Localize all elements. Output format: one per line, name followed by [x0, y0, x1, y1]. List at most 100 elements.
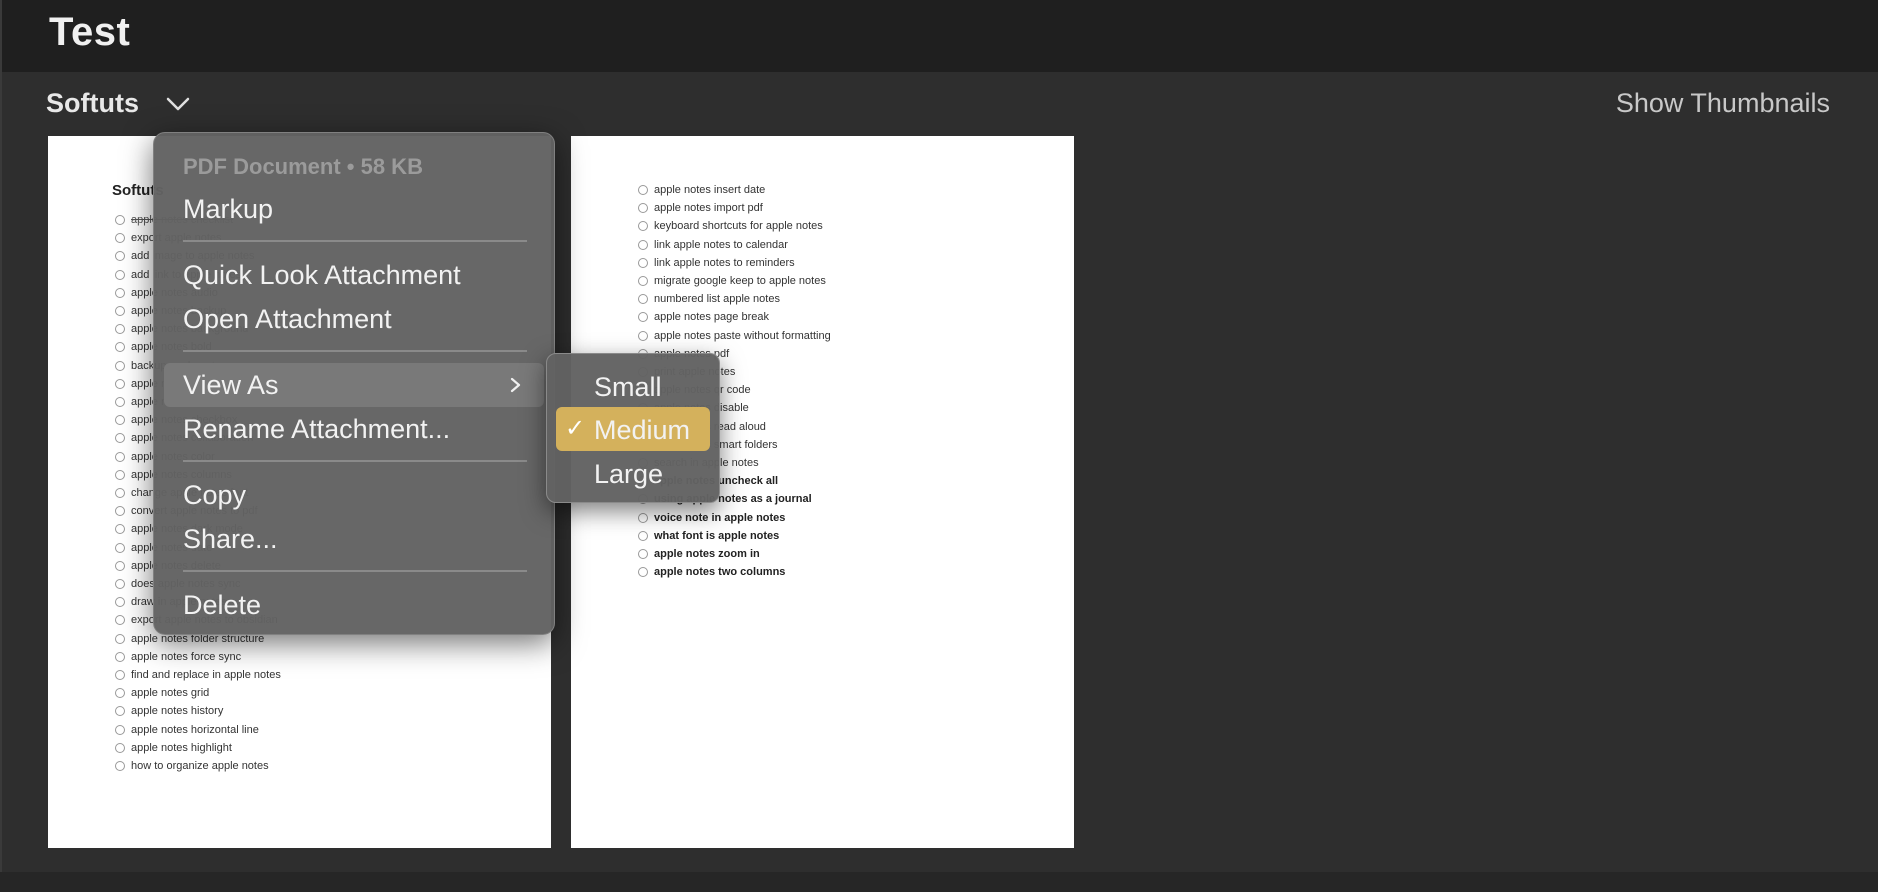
checkbox-circle-icon[interactable]: [115, 488, 125, 498]
checklist-item-text: apple notes zoom in: [654, 548, 760, 560]
checkbox-circle-icon[interactable]: [638, 567, 648, 578]
checkbox-circle-icon[interactable]: [115, 269, 125, 280]
checkbox-circle-icon[interactable]: [115, 415, 125, 426]
menu-item-open-attachment[interactable]: Open Attachment: [183, 302, 392, 336]
checklist-item[interactable]: link apple notes to reminders: [638, 256, 795, 270]
checklist-item-text: voice note in apple notes: [654, 511, 786, 524]
checkbox-circle-icon[interactable]: [115, 342, 125, 353]
checkmark-icon: ✓: [565, 415, 586, 442]
checklist-item[interactable]: how to organize apple notes: [115, 759, 269, 773]
checkbox-circle-icon[interactable]: [115, 287, 125, 298]
checkbox-circle-icon[interactable]: [638, 221, 648, 232]
checkbox-circle-icon[interactable]: [115, 433, 125, 444]
checklist-item[interactable]: apple notes insert date: [638, 183, 765, 197]
checklist-item[interactable]: voice note in apple notes: [638, 511, 785, 525]
menu-item-delete[interactable]: Delete: [183, 588, 261, 622]
menu-item-markup[interactable]: Markup: [183, 192, 273, 226]
checkbox-circle-icon[interactable]: [115, 469, 125, 480]
chevron-right-icon: [510, 377, 521, 393]
checklist-item[interactable]: apple notes two columns: [638, 565, 785, 579]
checkbox-circle-icon[interactable]: [638, 185, 648, 195]
checkbox-circle-icon[interactable]: [638, 203, 648, 214]
checkbox-circle-icon[interactable]: [115, 215, 125, 225]
checkbox-circle-icon[interactable]: [115, 506, 125, 517]
submenu-item-small[interactable]: Small: [594, 370, 662, 404]
checklist-item-text: keyboard shortcuts for apple notes: [654, 220, 823, 233]
checkbox-circle-icon[interactable]: [115, 724, 125, 735]
checkbox-circle-icon[interactable]: [115, 706, 125, 717]
checkbox-circle-icon[interactable]: [115, 306, 125, 316]
checkbox-circle-icon[interactable]: [638, 312, 648, 323]
checkbox-circle-icon[interactable]: [115, 579, 125, 589]
checkbox-circle-icon[interactable]: [115, 397, 125, 407]
checklist-item[interactable]: apple notes history: [115, 704, 223, 718]
checkbox-circle-icon[interactable]: [638, 257, 648, 268]
checklist-item[interactable]: keyboard shortcuts for apple notes: [638, 219, 823, 233]
checkbox-circle-icon[interactable]: [115, 378, 125, 389]
menu-item-rename-attachment[interactable]: Rename Attachment...: [183, 412, 450, 446]
checklist-item-text: apple notes paste without formatting: [654, 329, 831, 342]
checklist-item-text: apple notes import pdf: [654, 202, 763, 215]
chevron-down-icon[interactable]: [165, 91, 191, 117]
checkbox-circle-icon[interactable]: [638, 276, 648, 286]
checkbox-circle-icon[interactable]: [115, 670, 125, 680]
checkbox-circle-icon[interactable]: [638, 512, 648, 523]
checklist-item-text: apple notes page break: [654, 311, 769, 324]
checklist-item[interactable]: apple notes paste without formatting: [638, 329, 831, 343]
checklist-item[interactable]: apple notes zoom in: [638, 547, 760, 561]
checklist-item[interactable]: what font is apple notes: [638, 529, 779, 543]
checkbox-circle-icon[interactable]: [115, 524, 125, 535]
checkbox-circle-icon[interactable]: [638, 239, 648, 250]
menu-separator: [183, 350, 527, 352]
checklist-item-text: apple notes insert date: [654, 184, 766, 196]
checklist-item[interactable]: numbered list apple notes: [638, 292, 780, 306]
checkbox-circle-icon[interactable]: [638, 294, 648, 305]
checklist-item[interactable]: apple notes import pdf: [638, 201, 763, 215]
title-bar: Test: [0, 0, 1878, 72]
checklist-item[interactable]: apple notes horizontal line: [115, 723, 259, 737]
menu-item-share[interactable]: Share...: [183, 522, 278, 556]
checkbox-circle-icon[interactable]: [115, 542, 125, 553]
checklist-item[interactable]: apple notes highlight: [115, 741, 232, 755]
checkbox-circle-icon[interactable]: [638, 530, 648, 541]
checkbox-circle-icon[interactable]: [638, 330, 648, 341]
checklist-item-text: link apple notes to calendar: [654, 238, 788, 251]
checkbox-circle-icon[interactable]: [115, 688, 125, 699]
checkbox-circle-icon[interactable]: [115, 560, 125, 571]
checkbox-circle-icon[interactable]: [115, 761, 125, 771]
checkbox-circle-icon[interactable]: [115, 742, 125, 753]
attachment-name[interactable]: Softuts: [46, 88, 139, 119]
checklist-item-text: link apple notes to reminders: [654, 256, 795, 269]
checklist-item-text: numbered list apple notes: [654, 293, 780, 306]
checkbox-circle-icon[interactable]: [115, 451, 125, 462]
checklist-item[interactable]: apple notes grid: [115, 686, 209, 700]
menu-item-copy[interactable]: Copy: [183, 478, 246, 512]
checklist-item[interactable]: apple notes page break: [638, 310, 769, 324]
checkbox-circle-icon[interactable]: [115, 360, 125, 371]
checklist-item-text: apple notes history: [131, 705, 224, 718]
checklist-item[interactable]: find and replace in apple notes: [115, 668, 281, 682]
checkbox-circle-icon[interactable]: [115, 251, 125, 262]
menu-separator: [183, 570, 527, 572]
checklist-item-text: apple notes two columns: [654, 566, 786, 579]
attachment-header[interactable]: Softuts: [46, 88, 191, 119]
checkbox-circle-icon[interactable]: [115, 597, 125, 608]
checklist-item-text: apple notes grid: [131, 687, 210, 700]
show-thumbnails-button[interactable]: Show Thumbnails: [1616, 88, 1830, 119]
checklist-item[interactable]: migrate google keep to apple notes: [638, 274, 826, 288]
checkbox-circle-icon[interactable]: [115, 651, 125, 662]
checklist-item[interactable]: apple notes force sync: [115, 650, 241, 664]
submenu-item-medium[interactable]: Medium: [594, 413, 690, 447]
menu-item-view-as[interactable]: View As: [183, 368, 279, 402]
checklist-item[interactable]: link apple notes to calendar: [638, 238, 788, 252]
checklist-item-text: what font is apple notes: [654, 529, 780, 542]
checkbox-circle-icon[interactable]: [115, 633, 125, 644]
checkbox-circle-icon[interactable]: [115, 324, 125, 335]
checkbox-circle-icon[interactable]: [115, 233, 125, 244]
checklist-item-text: migrate google keep to apple notes: [654, 275, 826, 287]
submenu-item-large[interactable]: Large: [594, 457, 663, 491]
menu-item-quick-look[interactable]: Quick Look Attachment: [183, 258, 461, 292]
context-menu: PDF Document • 58 KB Markup Quick Look A…: [153, 132, 555, 635]
checkbox-circle-icon[interactable]: [115, 615, 125, 626]
checkbox-circle-icon[interactable]: [638, 549, 648, 559]
